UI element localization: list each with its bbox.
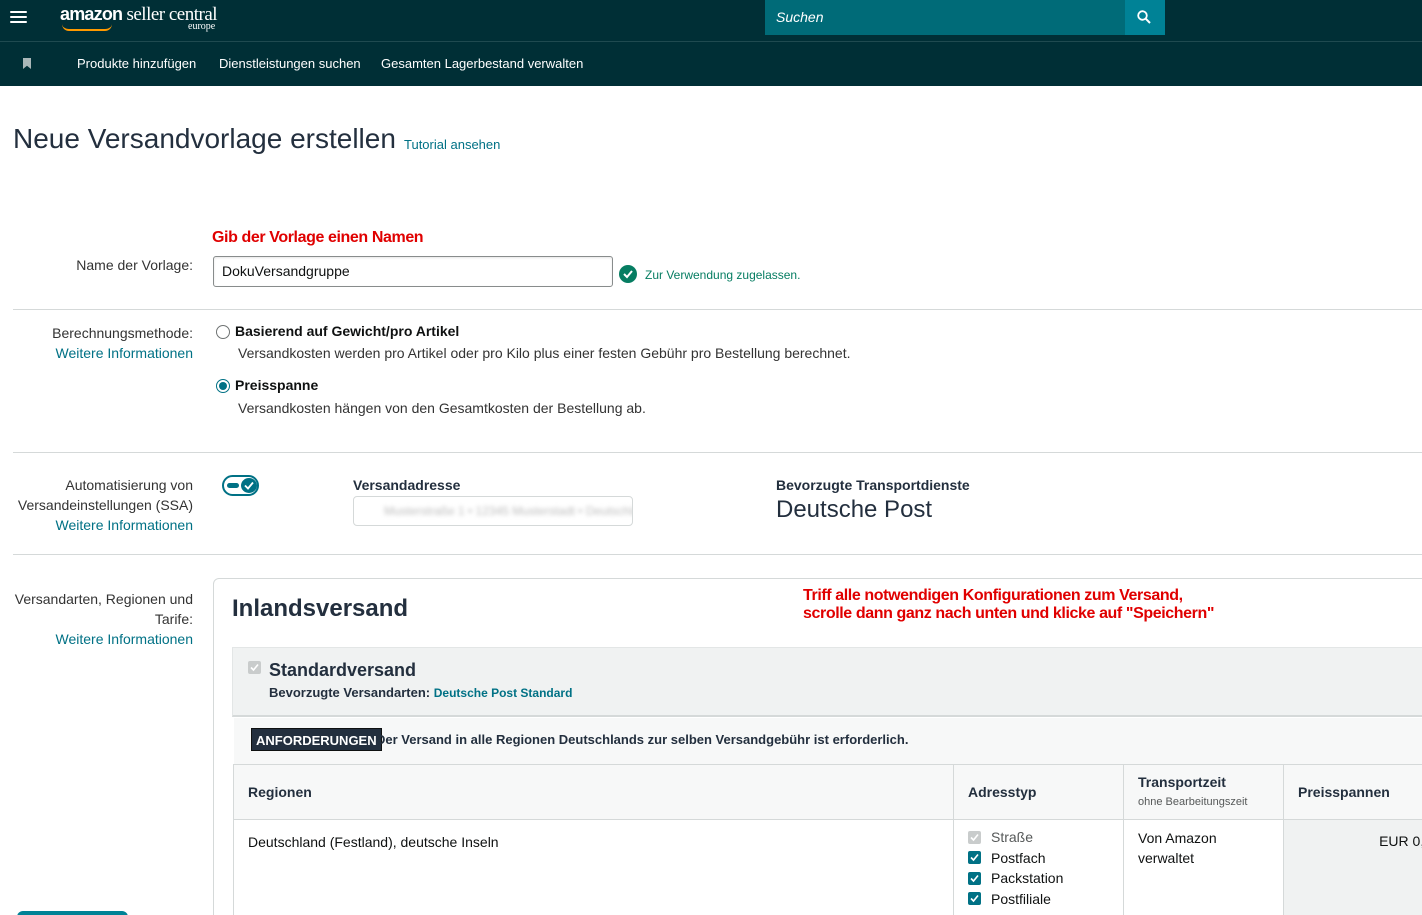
option-price-title: Preisspanne [235, 377, 319, 393]
divider [13, 309, 1422, 310]
address-field[interactable]: Musterstraße 1 • 12345 Musterstadt • Deu… [353, 496, 633, 526]
seller-central-logo[interactable]: amazon seller central europe [60, 4, 218, 32]
shipping-label-line1: Versandarten, Regionen und [14, 591, 193, 607]
requirements-text: Der Versand in alle Regionen Deutschland… [376, 732, 909, 747]
standard-shipping-title: Standardversand [269, 660, 417, 680]
regions-table: Regionen Adresstyp Transportzeit ohne Be… [233, 764, 1422, 915]
ssa-label-group: Automatisierung von Versandeinstellungen… [18, 475, 193, 535]
hamburger-menu-icon[interactable] [10, 11, 27, 25]
name-status: Zur Verwendung zugelassen. [645, 268, 801, 282]
header-price-ranges: Preisspannen [1283, 764, 1422, 820]
shipping-more-link[interactable]: Weitere Informationen [15, 629, 193, 649]
standard-shipping-checkbox [248, 661, 261, 674]
check-circle-icon [619, 265, 637, 283]
divider [13, 452, 1422, 453]
checkbox-postfiliale[interactable] [968, 892, 981, 906]
page-title: Neue Versandvorlage erstellen [13, 123, 396, 154]
ssa-label-line1: Automatisierung von [65, 477, 193, 493]
carrier-label: Bevorzugte Transportdienste [776, 477, 970, 493]
calc-method-label-group: Berechnungsmethode: Weitere Informatione… [52, 323, 193, 363]
option-price-desc: Versandkosten hängen von den Gesamtkoste… [238, 400, 646, 416]
carrier-value: Deutsche Post [776, 496, 933, 523]
template-name-input[interactable]: DokuVersandgruppe [213, 256, 613, 287]
radio-weight-based[interactable] [216, 325, 230, 339]
nav-add-products[interactable]: Produkte hinzufügen [77, 56, 196, 71]
annotation-name-hint: Gib der Vorlage einen Namen [212, 229, 424, 246]
search-icon [1137, 10, 1151, 24]
address-type-packstation: Packstation [968, 868, 1109, 889]
nav-manage-inventory[interactable]: Gesamten Lagerbestand verwalten [381, 56, 583, 71]
address-type-cell: Straße Postfach Packstation Postfiliale [953, 819, 1124, 915]
logo-smile-icon [62, 24, 112, 31]
ssa-toggle[interactable] [222, 475, 259, 496]
calc-method-label: Berechnungsmethode: [52, 325, 193, 341]
ssa-label-line2: Versandeinstellungen (SSA) [17, 497, 193, 513]
preferred-methods: Bevorzugte Versandarten: Deutsche Post S… [269, 685, 573, 700]
logo-main: amazon [60, 4, 123, 24]
logo-region: europe [188, 21, 216, 32]
requirements-badge: ANFORDERUNGEN [251, 728, 382, 751]
search-input[interactable]: Suchen [765, 0, 1125, 35]
address-type-postbox: Postfach [968, 848, 1109, 869]
option-weight-title: Basierend auf Gewicht/pro Artikel [235, 323, 460, 339]
standard-shipping-box [232, 647, 1422, 717]
region-cell: Deutschland (Festland), deutsche Inseln [233, 819, 954, 915]
domestic-shipping-title: Inlandsversand [232, 595, 409, 622]
checkbox-postbox[interactable] [968, 851, 981, 865]
top-bar: amazon seller central europe Suchen [0, 0, 1422, 42]
header-address-type: Adresstyp [953, 764, 1124, 820]
address-label: Versandadresse [353, 477, 461, 493]
nav-bar: Produkte hinzufügen Dienstleistungen suc… [0, 42, 1422, 86]
header-transport-sub: ohne Bearbeitungszeit [1138, 796, 1248, 808]
toggle-check-icon [241, 478, 257, 493]
calc-method-more-link[interactable]: Weitere Informationen [52, 343, 193, 363]
header-regions: Regionen [233, 764, 954, 820]
shipping-label-group: Versandarten, Regionen und Tarife: Weite… [15, 589, 193, 649]
nav-find-services[interactable]: Dienstleistungen suchen [219, 56, 361, 71]
address-type-street: Straße [968, 827, 1109, 848]
tutorial-link[interactable]: Tutorial ansehen [404, 137, 500, 152]
checkbox-packstation[interactable] [968, 871, 981, 885]
radio-price-range[interactable] [216, 379, 230, 393]
checkbox-street [968, 830, 981, 844]
template-name-label: Name der Vorlage: [76, 257, 193, 273]
table-header-row: Regionen Adresstyp Transportzeit ohne Be… [233, 764, 1422, 820]
option-weight-desc: Versandkosten werden pro Artikel oder pr… [238, 345, 851, 361]
annotation-config-hint: Triff alle notwendigen Konfigurationen z… [803, 587, 1215, 622]
ssa-more-link[interactable]: Weitere Informationen [18, 515, 193, 535]
transport-cell: Von Amazon verwaltet [1123, 819, 1284, 915]
bookmark-icon[interactable] [23, 58, 31, 69]
address-value: Musterstraße 1 • 12345 Musterstadt • Deu… [384, 504, 633, 518]
preferred-method-link[interactable]: Deutsche Post Standard [434, 686, 573, 700]
price-cell: EUR 0,0 [1283, 819, 1422, 915]
header-transport-time: Transportzeit ohne Bearbeitungszeit [1123, 764, 1284, 820]
address-type-postfiliale: Postfiliale [968, 889, 1109, 910]
shipping-label-line2: Tarife: [154, 611, 193, 627]
table-row: Deutschland (Festland), deutsche Inseln … [233, 819, 1422, 915]
divider [13, 554, 1422, 555]
bottom-action-button[interactable] [17, 911, 128, 915]
search-button[interactable] [1125, 0, 1165, 35]
